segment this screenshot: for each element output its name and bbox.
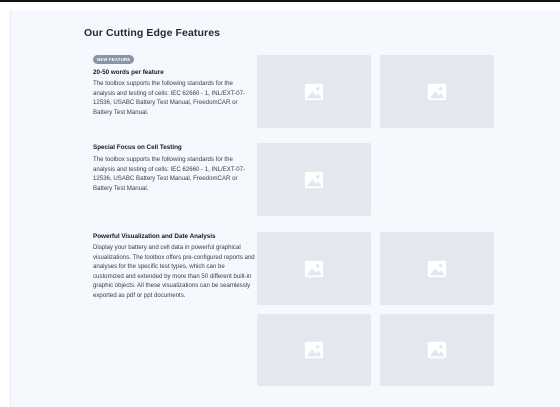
page: Our Cutting Edge Features NEW FEATURE 20… (0, 0, 560, 407)
image-placeholder-icon (304, 341, 324, 359)
feature-3-image-4 (380, 314, 494, 386)
new-feature-badge: NEW FEATURE (93, 55, 135, 64)
feature-heading-3: Powerful Visualization and Date Analysis (93, 233, 216, 240)
feature-heading-2: Special Focus on Cell Testing (93, 144, 182, 151)
feature-2-image-1 (257, 143, 371, 216)
feature-3-image-2 (380, 232, 494, 305)
feature-3-image-3 (257, 314, 371, 386)
image-placeholder-icon (304, 171, 324, 188)
feature-1-image-2 (380, 55, 494, 128)
feature-heading-1: 20-50 words per feature (93, 69, 164, 76)
feature-3-image-1 (257, 232, 371, 305)
feature-description-2: The toolbox supports the following stand… (93, 156, 246, 192)
feature-1-image-1 (257, 55, 371, 128)
top-border (0, 0, 560, 2)
section-title: Our Cutting Edge Features (84, 27, 221, 39)
feature-description-1: The toolbox supports the following stand… (93, 80, 246, 116)
image-placeholder-icon (304, 83, 324, 100)
feature-description-3: Display your battery and cell data in po… (93, 244, 255, 299)
image-placeholder-icon (427, 260, 447, 277)
image-placeholder-icon (427, 341, 447, 359)
image-placeholder-icon (304, 260, 324, 277)
image-placeholder-icon (427, 83, 447, 100)
